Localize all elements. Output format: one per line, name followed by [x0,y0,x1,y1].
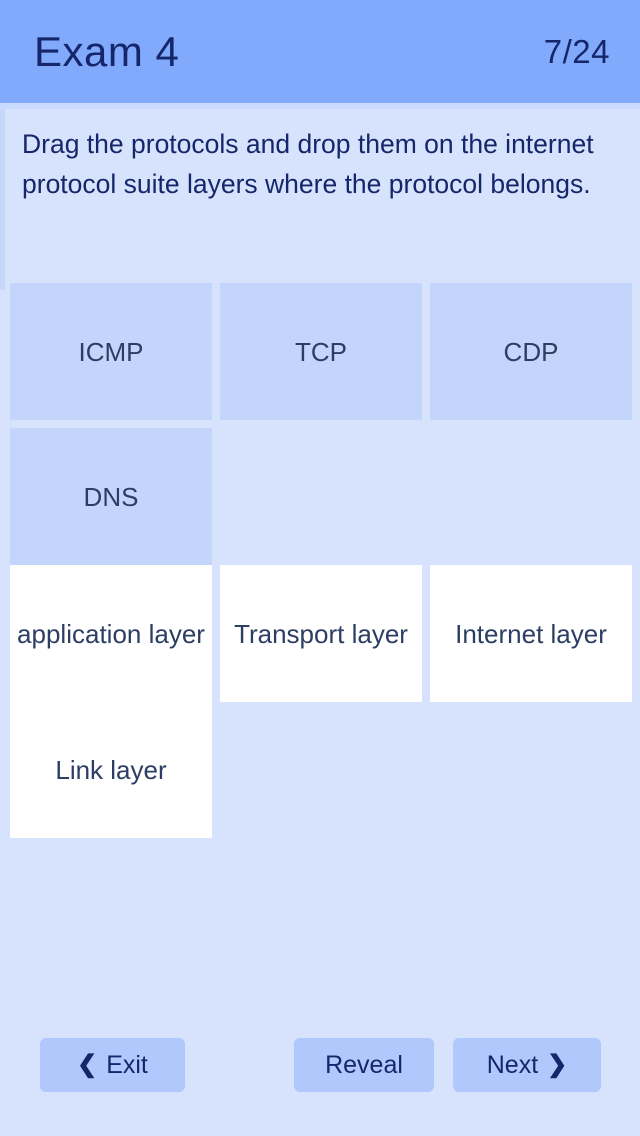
reveal-button[interactable]: Reveal [294,1038,434,1092]
layer-tile-label: Transport layer [234,618,408,649]
layer-tile-label: application layer [17,618,205,649]
protocol-tile-label: ICMP [78,336,144,367]
layer-dropzone-link[interactable]: Link layer [10,701,212,838]
chevron-right-icon: ❯ [547,1051,568,1078]
layer-tile-label: Internet layer [455,618,607,649]
protocol-tile-label: TCP [295,336,347,367]
exit-button-label: Exit [106,1050,148,1079]
layer-tile-row-1: application layer Transport layer Intern… [10,565,632,702]
layer-dropzone-transport[interactable]: Transport layer [220,565,422,702]
protocol-tile-tcp[interactable]: TCP [220,283,422,420]
header-underline [0,103,640,109]
protocol-tile-row-1: ICMP TCP CDP [10,283,632,420]
layer-tile-label: Link layer [55,754,167,785]
page-title: Exam 4 [34,27,180,75]
exit-button[interactable]: ❮ Exit [40,1038,185,1092]
chevron-left-icon: ❮ [77,1051,98,1078]
next-button-label: Next [486,1050,539,1079]
left-edge-strip [0,109,5,290]
app-header: Exam 4 7/24 [0,0,640,103]
question-prompt: Drag the protocols and drop them on the … [22,129,594,199]
layer-tile-row-2: Link layer [10,701,630,838]
protocol-tile-label: CDP [503,336,559,367]
layer-dropzone-application[interactable]: application layer [10,565,212,702]
protocol-tile-icmp[interactable]: ICMP [10,283,212,420]
bottom-button-bar: ❮ Exit Reveal Next ❯ [0,1038,640,1092]
layer-dropzone-internet[interactable]: Internet layer [430,565,632,702]
question-progress-counter: 7/24 [543,33,610,70]
protocol-tile-row-2: DNS [10,428,630,565]
reveal-button-label: Reveal [325,1050,403,1079]
next-button[interactable]: Next ❯ [453,1038,601,1092]
protocol-tile-label: DNS [83,481,139,512]
protocol-tile-dns[interactable]: DNS [10,428,212,565]
protocol-tile-cdp[interactable]: CDP [430,283,632,420]
